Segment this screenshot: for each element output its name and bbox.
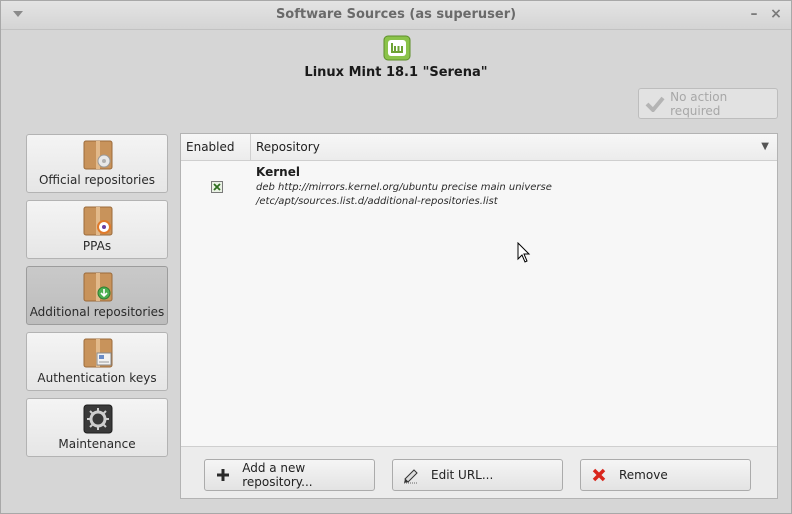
sidebar-item-label: Additional repositories bbox=[29, 305, 165, 319]
package-box-icon bbox=[82, 139, 114, 171]
pencil-icon bbox=[401, 466, 421, 484]
enabled-checkbox[interactable] bbox=[211, 181, 223, 193]
add-repository-label: Add a new repository... bbox=[242, 461, 313, 489]
repository-line: deb http://mirrors.kernel.org/ubuntu pre… bbox=[256, 182, 552, 193]
repository-list[interactable]: Enabled Repository ▼ Kernel deb http://m… bbox=[181, 134, 777, 447]
sidebar-item-additional-repositories[interactable]: Additional repositories bbox=[26, 266, 168, 325]
linux-mint-logo-icon bbox=[383, 35, 411, 61]
remove-label: Remove bbox=[619, 468, 668, 482]
sidebar-item-label: Official repositories bbox=[38, 173, 156, 187]
package-ppa-icon bbox=[82, 205, 114, 237]
mouse-pointer-icon bbox=[517, 242, 531, 263]
no-action-required-button[interactable]: No action required bbox=[638, 88, 778, 119]
sidebar-item-label: Authentication keys bbox=[37, 371, 157, 385]
table-row[interactable]: Kernel deb http://mirrors.kernel.org/ubu… bbox=[181, 160, 777, 214]
column-header-enabled[interactable]: Enabled bbox=[181, 134, 251, 160]
software-sources-window: Software Sources (as superuser) – × Linu… bbox=[0, 0, 792, 514]
checkmark-icon bbox=[645, 96, 666, 112]
repositories-panel: Enabled Repository ▼ Kernel deb http://m… bbox=[180, 133, 778, 499]
sort-arrow-icon: ▼ bbox=[761, 141, 769, 152]
column-header-label: Repository bbox=[256, 140, 320, 154]
plus-icon bbox=[213, 468, 232, 482]
repository-file: /etc/apt/sources.list.d/additional-repos… bbox=[256, 196, 498, 207]
list-header: Enabled Repository ▼ bbox=[181, 134, 777, 161]
window-title: Software Sources (as superuser) bbox=[275, 7, 517, 22]
maintenance-icon bbox=[82, 403, 114, 435]
package-key-icon bbox=[82, 337, 114, 369]
sidebar-item-ppas[interactable]: PPAs bbox=[26, 200, 168, 259]
sidebar-item-label: PPAs bbox=[82, 239, 112, 253]
distro-name: Linux Mint 18.1 "Serena" bbox=[304, 65, 488, 80]
package-add-icon bbox=[82, 271, 114, 303]
no-action-required-label: No action required bbox=[670, 89, 728, 118]
sidebar-item-authentication-keys[interactable]: Authentication keys bbox=[26, 332, 168, 391]
remove-x-icon bbox=[589, 468, 609, 482]
remove-button[interactable]: Remove bbox=[580, 459, 751, 491]
minimize-button[interactable]: – bbox=[745, 5, 763, 23]
sidebar-item-label: Maintenance bbox=[58, 437, 136, 451]
title-bar: Software Sources (as superuser) – × bbox=[1, 1, 791, 30]
checked-x-icon bbox=[213, 183, 221, 191]
repository-name: Kernel bbox=[256, 165, 300, 179]
sidebar-item-maintenance[interactable]: Maintenance bbox=[26, 398, 168, 457]
add-repository-button[interactable]: Add a new repository... bbox=[204, 459, 375, 491]
close-button[interactable]: × bbox=[767, 5, 785, 23]
sidebar-item-official-repositories[interactable]: Official repositories bbox=[26, 134, 168, 193]
edit-url-label: Edit URL... bbox=[431, 468, 494, 482]
column-header-repository[interactable]: Repository ▼ bbox=[251, 134, 777, 160]
edit-url-button[interactable]: Edit URL... bbox=[392, 459, 563, 491]
